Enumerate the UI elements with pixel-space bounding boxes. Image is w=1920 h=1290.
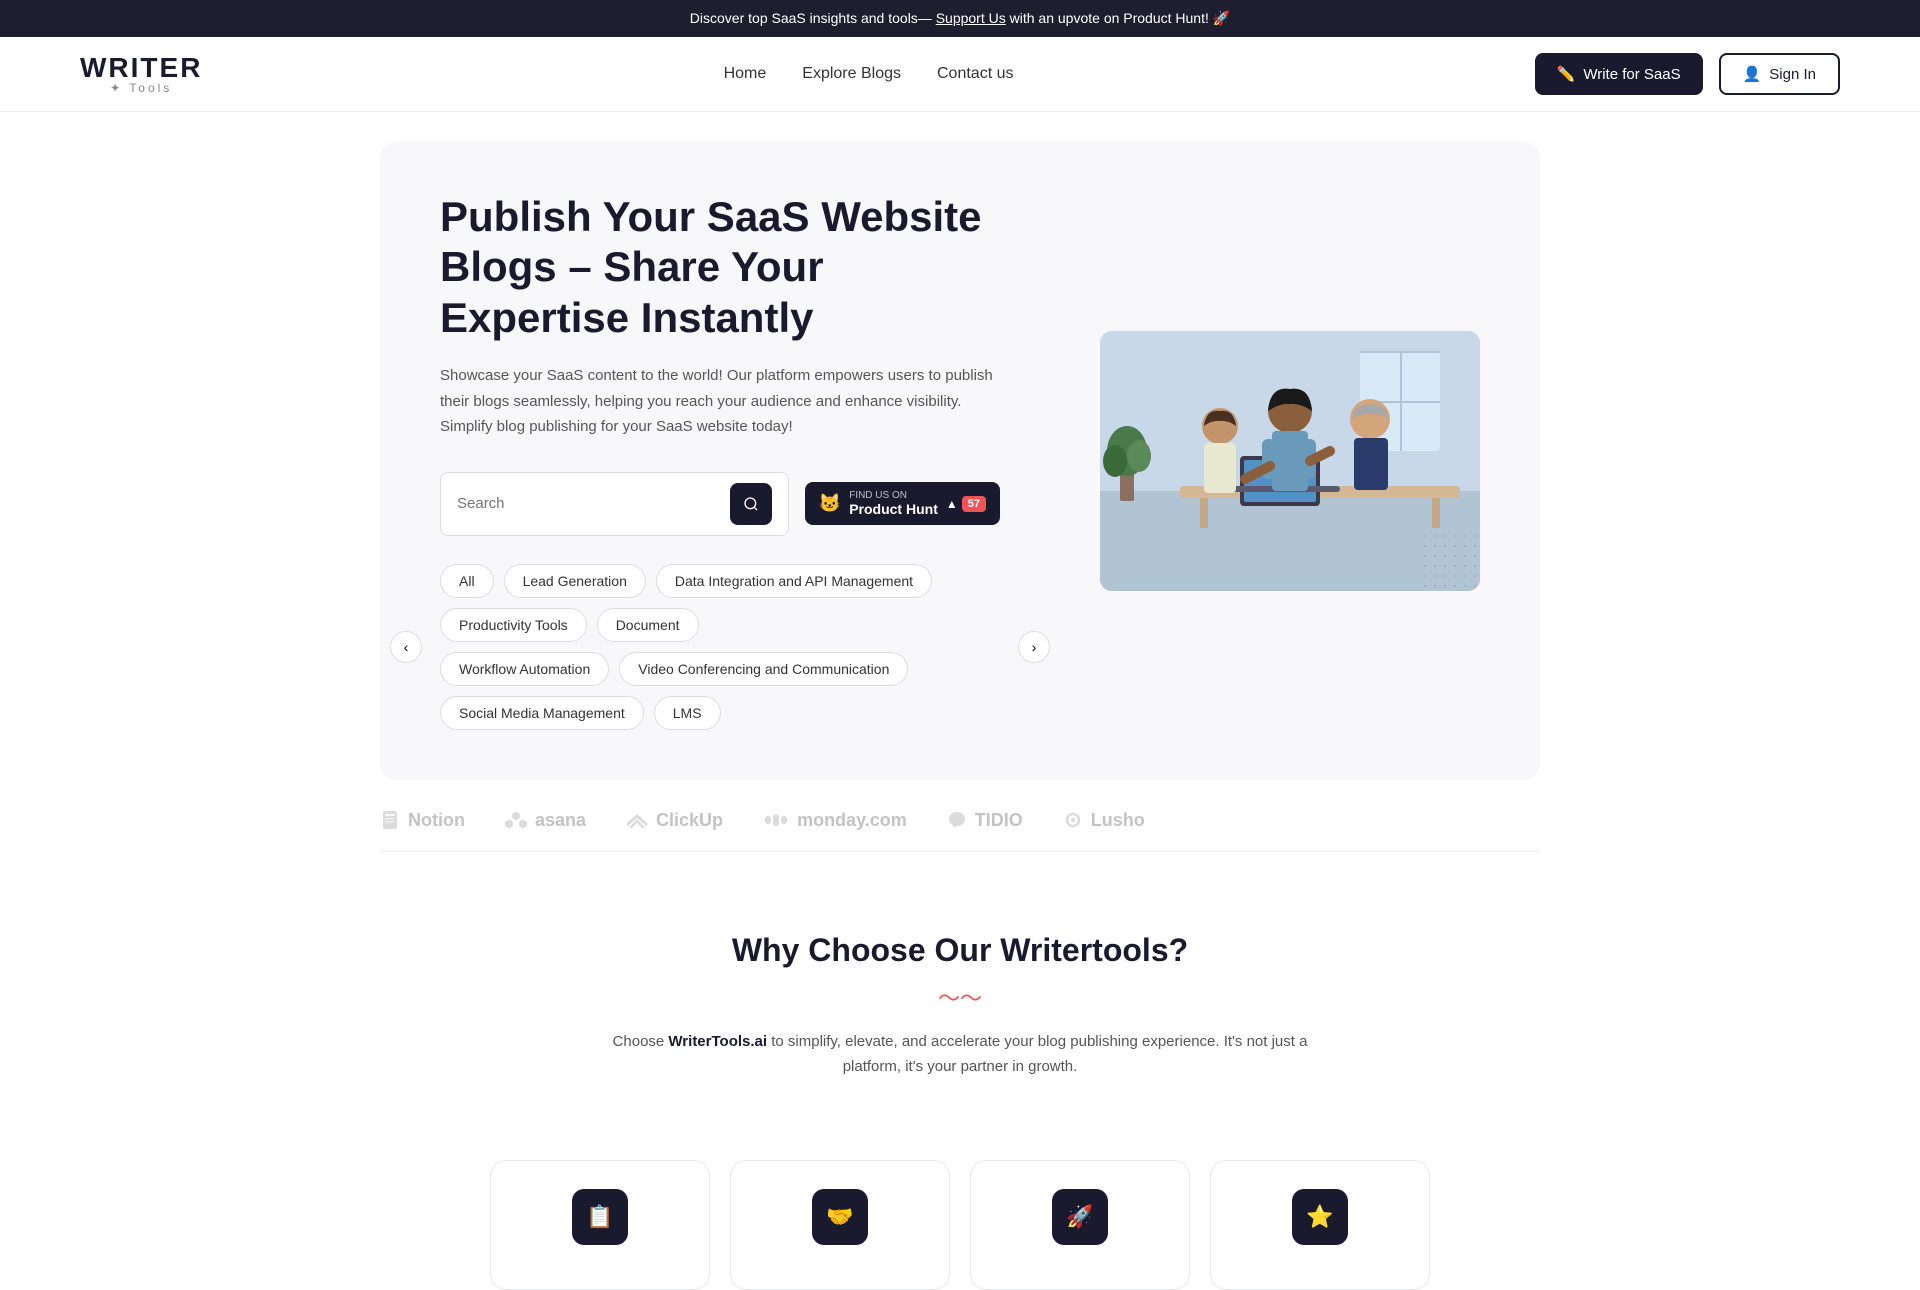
brand-monday: monday.com (763, 810, 907, 831)
brand-notion: Notion (380, 810, 465, 831)
brand-notion-label: Notion (408, 810, 465, 831)
brand-clickup-label: ClickUp (656, 810, 723, 831)
category-data-integration[interactable]: Data Integration and API Management (656, 564, 932, 598)
why-section: Why Choose Our Writertools? 〜〜 Choose Wr… (360, 872, 1560, 1160)
ph-icon: 🐱 (819, 493, 841, 514)
feature-icon-3: 🚀 (1052, 1189, 1108, 1245)
brand-tidio: TIDIO (947, 810, 1023, 831)
hero-search-row: 🐱 FIND US ON Product Hunt ▲ 57 (440, 472, 1000, 536)
logo-writer: WRITER (80, 54, 202, 82)
section-divider (380, 851, 1540, 852)
ph-text: FIND US ON Product Hunt (849, 490, 938, 517)
banner-suffix: with an upvote on Product Hunt! 🚀 (1010, 10, 1231, 26)
ph-count: 57 (962, 496, 986, 512)
brand-monday-label: monday.com (797, 810, 907, 831)
decorative-dots (1420, 531, 1480, 591)
navbar: WRITER ✦ Tools Home Explore Blogs Contac… (0, 37, 1920, 112)
logo: WRITER ✦ Tools (80, 54, 202, 94)
feature-card-1: 📋 (490, 1160, 710, 1290)
category-workflow-automation[interactable]: Workflow Automation (440, 652, 609, 686)
brand-clickup: ClickUp (626, 810, 723, 831)
lusho-icon (1063, 810, 1083, 830)
banner-text: Discover top SaaS insights and tools— (690, 10, 932, 26)
notion-icon (380, 810, 400, 830)
top-banner: Discover top SaaS insights and tools— Su… (0, 0, 1920, 37)
hero-left: Publish Your SaaS Website Blogs – Share … (440, 192, 1000, 730)
why-title: Why Choose Our Writertools? (380, 932, 1540, 969)
nav-explore-blogs[interactable]: Explore Blogs (802, 65, 901, 83)
categories-next-button[interactable]: › (1018, 631, 1050, 663)
brand-name: WriterTools.ai (668, 1033, 767, 1050)
write-for-saas-button[interactable]: ✏️ Write for SaaS (1535, 53, 1703, 95)
hero-section: Publish Your SaaS Website Blogs – Share … (380, 142, 1540, 780)
category-document[interactable]: Document (597, 608, 699, 642)
why-squiggle: 〜〜 (380, 981, 1540, 1013)
search-box (440, 472, 789, 536)
nav-contact[interactable]: Contact us (937, 65, 1013, 83)
categories-row-2: Workflow Automation Video Conferencing a… (440, 652, 1000, 730)
brands-row: Notion asana ClickUp monday.com TIDIO Lu… (380, 810, 1540, 831)
write-icon: ✏️ (1557, 65, 1576, 83)
category-lead-generation[interactable]: Lead Generation (504, 564, 646, 598)
ph-vote: ▲ 57 (946, 496, 986, 512)
nav-actions: ✏️ Write for SaaS 👤 Sign In (1535, 53, 1840, 95)
category-productivity-tools[interactable]: Productivity Tools (440, 608, 587, 642)
hero-title: Publish Your SaaS Website Blogs – Share … (440, 192, 1000, 343)
feature-card-2: 🤝 (730, 1160, 950, 1290)
nav-home[interactable]: Home (724, 65, 767, 83)
brand-lusho-label: Lusho (1091, 810, 1145, 831)
categories-container: ‹ › All Lead Generation Data Integration… (440, 564, 1000, 730)
category-video-conferencing[interactable]: Video Conferencing and Communication (619, 652, 908, 686)
categories-prev-button[interactable]: ‹ (390, 631, 422, 663)
feature-card-3: 🚀 (970, 1160, 1190, 1290)
asana-icon (505, 810, 527, 830)
sign-in-button[interactable]: 👤 Sign In (1719, 53, 1840, 95)
tidio-icon (947, 810, 967, 830)
brand-asana-label: asana (535, 810, 586, 831)
why-description: Choose WriterTools.ai to simplify, eleva… (610, 1029, 1310, 1080)
search-icon (743, 496, 759, 512)
feature-card-4: ⭐ (1210, 1160, 1430, 1290)
category-social-media[interactable]: Social Media Management (440, 696, 644, 730)
ph-label: FIND US ON (849, 490, 938, 501)
features-row: 📋 🤝 🚀 ⭐ (0, 1160, 1920, 1290)
clickup-icon (626, 810, 648, 830)
category-all[interactable]: All (440, 564, 494, 598)
hero-right (1100, 331, 1480, 591)
ph-name: Product Hunt (849, 501, 938, 517)
categories-row-1: All Lead Generation Data Integration and… (440, 564, 1000, 642)
nav-links: Home Explore Blogs Contact us (724, 65, 1014, 83)
brand-lusho: Lusho (1063, 810, 1145, 831)
hero-image (1100, 331, 1480, 591)
monday-icon (763, 810, 789, 830)
support-link[interactable]: Support Us (936, 10, 1006, 26)
search-button[interactable] (730, 483, 772, 525)
feature-icon-1: 📋 (572, 1189, 628, 1245)
logo-tools: ✦ Tools (80, 82, 202, 94)
producthunt-badge[interactable]: 🐱 FIND US ON Product Hunt ▲ 57 (805, 482, 1000, 525)
hero-description: Showcase your SaaS content to the world!… (440, 363, 1000, 440)
user-icon: 👤 (1743, 65, 1762, 83)
category-lms[interactable]: LMS (654, 696, 721, 730)
brand-tidio-label: TIDIO (975, 810, 1023, 831)
feature-icon-2: 🤝 (812, 1189, 868, 1245)
search-input[interactable] (457, 495, 722, 512)
brand-asana: asana (505, 810, 586, 831)
feature-icon-4: ⭐ (1292, 1189, 1348, 1245)
